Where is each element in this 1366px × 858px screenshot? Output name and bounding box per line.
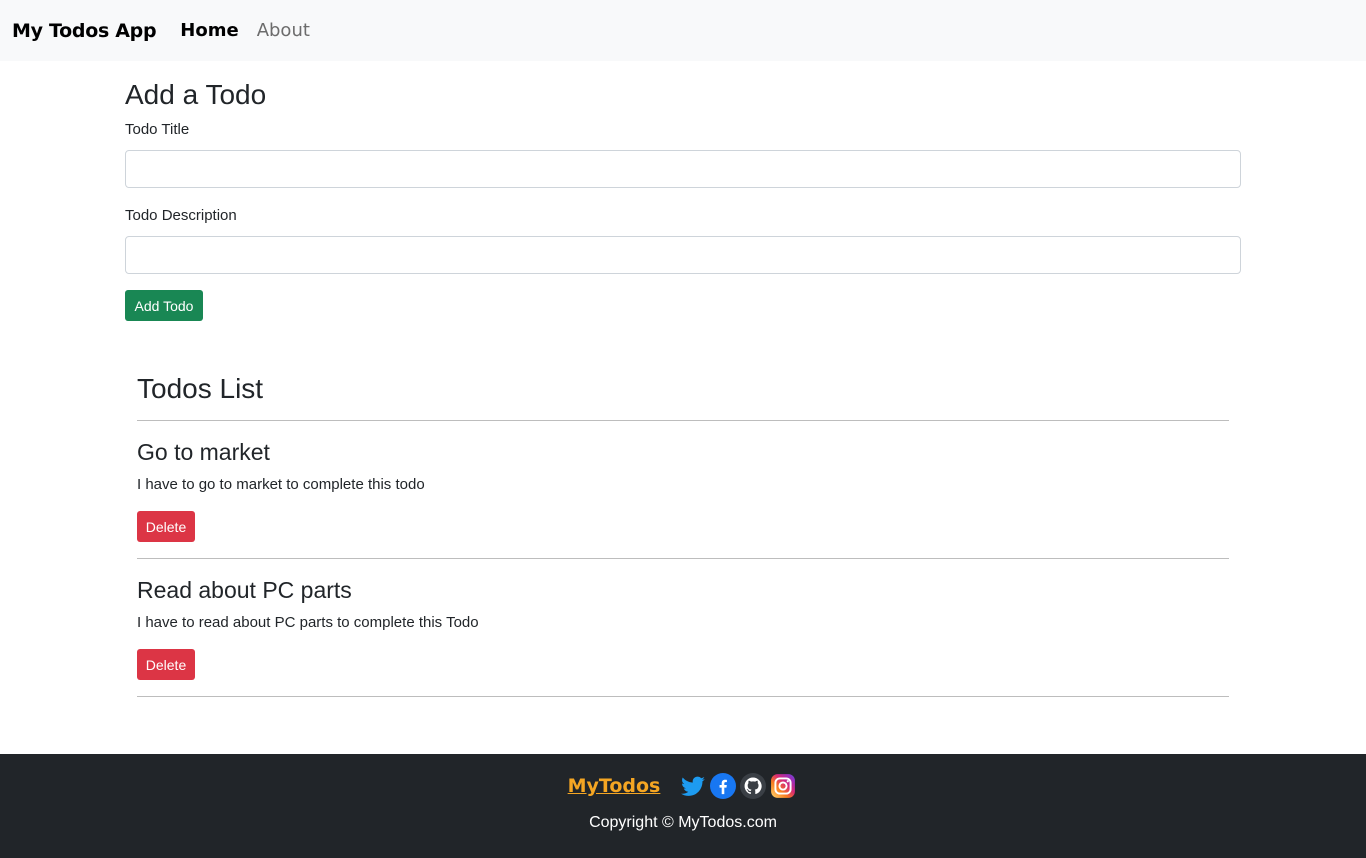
todo-description: I have to go to market to complete this … — [137, 476, 425, 493]
navbar: My Todos App Home About — [0, 0, 1366, 61]
todo-title: Read about PC parts — [137, 577, 352, 603]
delete-button[interactable]: Delete — [137, 511, 195, 542]
facebook-icon[interactable] — [710, 773, 737, 799]
github-icon[interactable] — [740, 773, 767, 799]
twitter-icon[interactable] — [680, 773, 706, 799]
todo-description: I have to read about PC parts to complet… — [137, 614, 479, 631]
todo-description-input[interactable] — [125, 236, 1241, 274]
footer-brand-link[interactable]: MyTodos — [568, 775, 661, 797]
add-todo-button[interactable]: Add Todo — [125, 290, 203, 321]
copyright-text: Copyright © MyTodos.com — [589, 814, 777, 831]
nav-about-link[interactable]: About — [257, 20, 310, 41]
brand-link[interactable]: My Todos App — [12, 20, 157, 42]
todos-list: Todos List Go to market I have to go to … — [137, 370, 1229, 697]
footer: MyTodos Copyright © MyTodos.com — [0, 754, 1366, 858]
add-todo-heading: Add a Todo — [125, 79, 267, 110]
todo-item: Read about PC parts I have to read about… — [137, 559, 1229, 697]
todo-item: Go to market I have to go to market to c… — [137, 421, 1229, 559]
delete-button[interactable]: Delete — [137, 649, 195, 680]
todo-title-input[interactable] — [125, 150, 1241, 188]
footer-row: MyTodos — [0, 773, 1366, 799]
todo-title: Go to market — [137, 439, 270, 465]
todos-list-heading: Todos List — [137, 370, 1229, 421]
todo-description-label: Todo Description — [125, 207, 237, 224]
instagram-icon[interactable] — [770, 773, 796, 799]
nav-home-link[interactable]: Home — [180, 20, 238, 41]
todo-title-label: Todo Title — [125, 121, 190, 138]
add-todo-form: Add a Todo Todo Title Todo Description A… — [125, 78, 1241, 321]
